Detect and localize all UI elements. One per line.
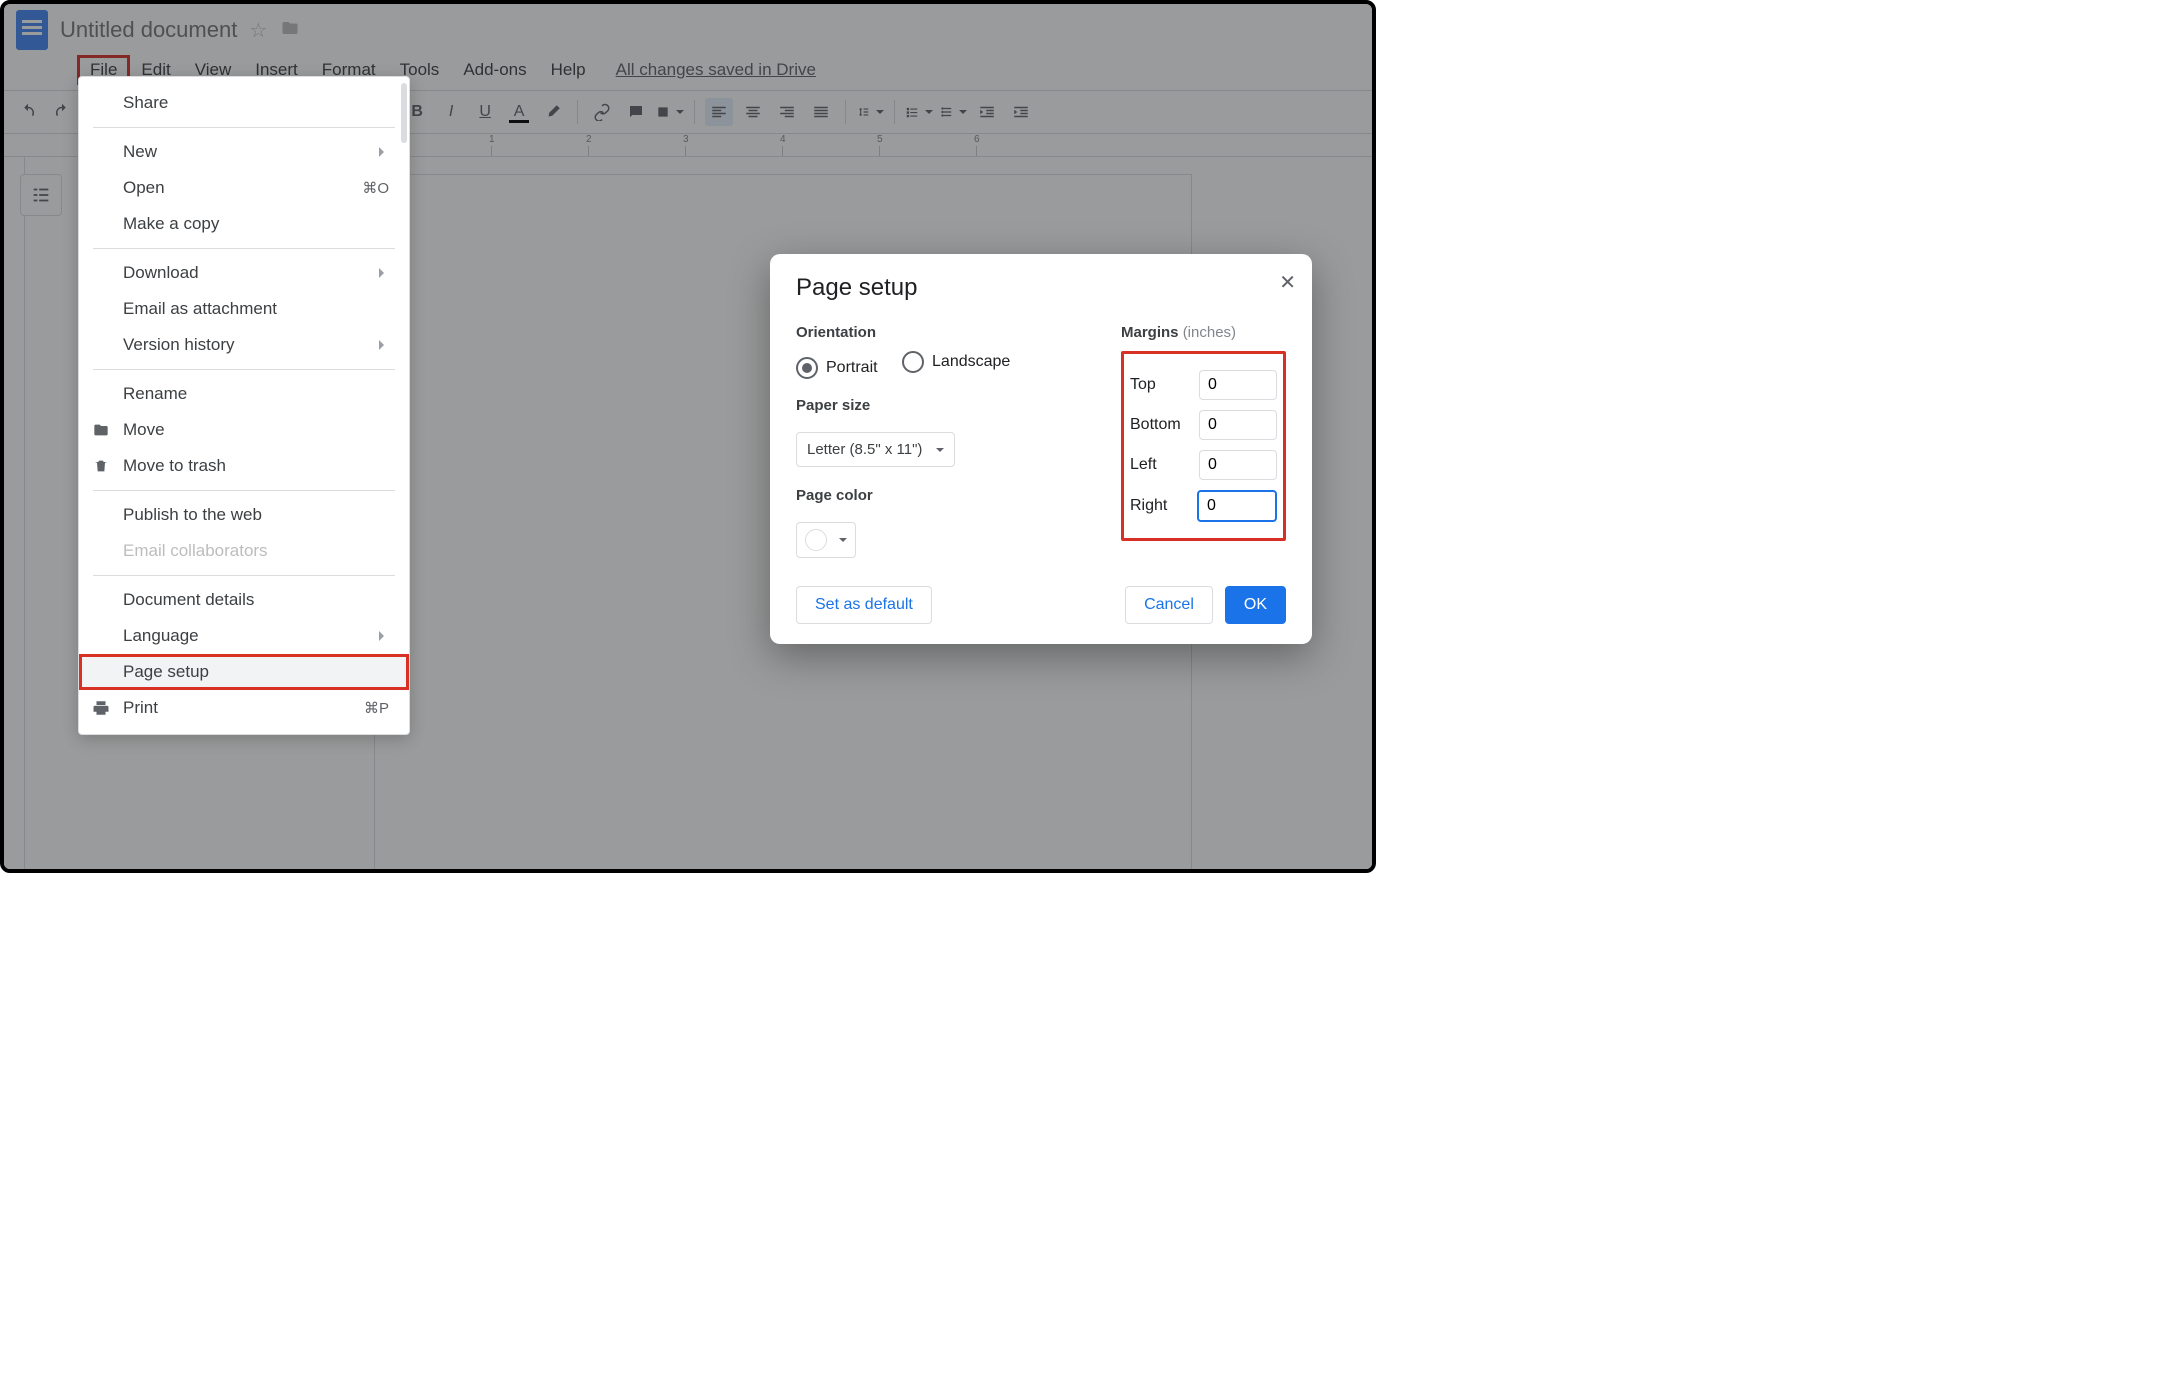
margins-label: Margins (inches) — [1121, 324, 1286, 341]
dialog-close-button[interactable]: ✕ — [1279, 270, 1296, 295]
page-setup-dialog: ✕ Page setup Orientation Portrait Landsc… — [770, 254, 1312, 644]
ok-button[interactable]: OK — [1225, 586, 1286, 624]
file-email-attachment[interactable]: Email as attachment — [79, 291, 409, 327]
margin-top-label: Top — [1130, 376, 1156, 394]
print-icon — [91, 699, 111, 717]
margin-right-label: Right — [1130, 497, 1167, 515]
margin-bottom-input[interactable] — [1199, 410, 1277, 440]
menu-separator — [93, 575, 395, 576]
file-new[interactable]: New — [79, 134, 409, 170]
margin-left-label: Left — [1130, 456, 1157, 474]
margin-top-input[interactable] — [1199, 370, 1277, 400]
dialog-title: Page setup — [796, 276, 1286, 300]
orientation-label: Orientation — [796, 324, 1101, 341]
trash-icon — [91, 457, 111, 475]
menu-separator — [93, 248, 395, 249]
color-swatch-icon — [805, 529, 827, 551]
file-share[interactable]: Share — [79, 85, 409, 121]
file-email-collaborators: Email collaborators — [79, 533, 409, 569]
menu-separator — [93, 369, 395, 370]
page-color-label: Page color — [796, 487, 1101, 504]
paper-size-label: Paper size — [796, 397, 1101, 414]
file-move-to-trash[interactable]: Move to trash — [79, 448, 409, 484]
keyboard-shortcut: ⌘O — [362, 179, 389, 197]
file-publish-web[interactable]: Publish to the web — [79, 497, 409, 533]
paper-size-select[interactable]: Letter (8.5" x 11") — [796, 432, 955, 467]
app-frame: Untitled document ☆ File Edit View Inser… — [0, 0, 1376, 873]
folder-icon — [91, 422, 111, 438]
keyboard-shortcut: ⌘P — [364, 699, 389, 717]
file-page-setup[interactable]: Page setup — [79, 654, 409, 690]
radio-icon — [796, 357, 818, 379]
submenu-arrow-icon — [379, 631, 389, 641]
file-open[interactable]: Open⌘O — [79, 170, 409, 206]
margin-left-input[interactable] — [1199, 450, 1277, 480]
submenu-arrow-icon — [379, 147, 389, 157]
set-as-default-button[interactable]: Set as default — [796, 586, 932, 624]
page-color-select[interactable] — [796, 522, 856, 558]
margin-right-input[interactable] — [1197, 490, 1277, 522]
file-move[interactable]: Move — [79, 412, 409, 448]
margins-highlight: Top Bottom Left Right — [1121, 351, 1286, 541]
orientation-portrait-radio[interactable]: Portrait — [796, 357, 878, 379]
file-language[interactable]: Language — [79, 618, 409, 654]
orientation-landscape-radio[interactable]: Landscape — [902, 351, 1010, 373]
submenu-arrow-icon — [379, 340, 389, 350]
file-menu-dropdown: Share New Open⌘O Make a copy Download Em… — [78, 76, 410, 735]
annotation-arrow — [4, 871, 1376, 873]
menu-separator — [93, 127, 395, 128]
submenu-arrow-icon — [379, 268, 389, 278]
file-version-history[interactable]: Version history — [79, 327, 409, 363]
file-download[interactable]: Download — [79, 255, 409, 291]
menu-separator — [93, 490, 395, 491]
cancel-button[interactable]: Cancel — [1125, 586, 1213, 624]
radio-icon — [902, 351, 924, 373]
file-document-details[interactable]: Document details — [79, 582, 409, 618]
file-make-copy[interactable]: Make a copy — [79, 206, 409, 242]
file-print[interactable]: Print⌘P — [79, 690, 409, 726]
file-rename[interactable]: Rename — [79, 376, 409, 412]
margin-bottom-label: Bottom — [1130, 416, 1181, 434]
